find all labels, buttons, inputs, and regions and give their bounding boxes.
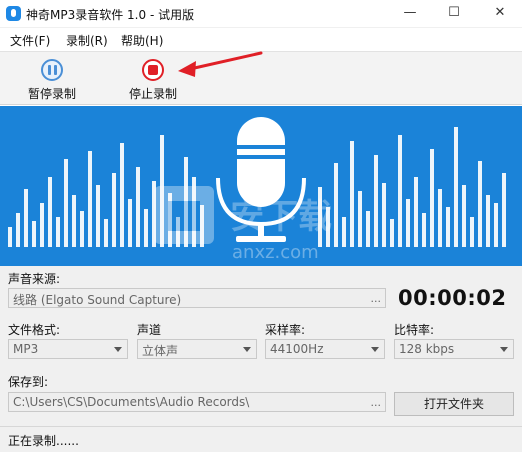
waveform-bar	[358, 191, 362, 247]
waveform-graphic: 安下载 anxz.com	[8, 117, 506, 263]
title-bar: 神奇MP3录音软件 1.0 - 试用版 — ☐ ✕	[0, 0, 522, 28]
waveform-bar	[406, 199, 410, 247]
bitrate-select[interactable]: 128 kbps	[394, 339, 514, 359]
waveform-bar	[40, 203, 44, 247]
waveform-bar	[470, 217, 474, 247]
format-label: 文件格式:	[8, 323, 61, 337]
save-browse-button[interactable]: ...	[371, 396, 382, 409]
waveform-bar	[88, 151, 92, 247]
channel-value: 立体声	[142, 344, 179, 358]
samplerate-label: 采样率:	[265, 323, 306, 337]
window-title: 神奇MP3录音软件 1.0 - 试用版	[26, 8, 195, 22]
open-folder-button[interactable]: 打开文件夹	[394, 392, 514, 416]
annotation-arrow	[178, 51, 263, 77]
waveform-bar	[446, 207, 450, 247]
save-label: 保存到:	[8, 375, 49, 389]
waveform-bar	[494, 203, 498, 247]
watermark-logo	[154, 186, 214, 244]
waveform-bar	[128, 199, 132, 247]
pause-icon	[41, 59, 63, 81]
chevron-down-icon	[243, 347, 251, 352]
waveform-bar	[350, 141, 354, 247]
format-select[interactable]: MP3	[8, 339, 128, 359]
watermark-text: 安下载	[230, 197, 332, 237]
chevron-down-icon	[114, 347, 122, 352]
pause-record-button[interactable]: 暂停录制	[12, 54, 92, 104]
waveform-bar	[144, 209, 148, 247]
samplerate-select[interactable]: 44100Hz	[265, 339, 385, 359]
waveform-bar	[374, 155, 378, 247]
source-field[interactable]: 线路 (Elgato Sound Capture) ...	[8, 288, 386, 308]
bitrate-value: 128 kbps	[399, 342, 455, 356]
save-path-value: C:\Users\CS\Documents\Audio Records\	[13, 395, 250, 409]
menu-record[interactable]: 录制(R)	[66, 32, 108, 49]
waveform-bar	[24, 189, 28, 247]
waveform-bar	[454, 127, 458, 247]
waveform-bar	[438, 189, 442, 247]
waveform-bar	[136, 167, 140, 247]
waveform-bar	[8, 227, 12, 247]
bitrate-label: 比特率:	[394, 323, 435, 337]
menu-help[interactable]: 帮助(H)	[121, 32, 163, 49]
close-button[interactable]: ✕	[478, 0, 522, 28]
waveform-bar	[430, 149, 434, 247]
waveform-bar	[72, 195, 76, 247]
format-value: MP3	[13, 342, 39, 356]
waveform-bar	[382, 183, 386, 247]
waveform-bar	[96, 185, 100, 247]
waveform-bar	[478, 161, 482, 247]
waveform-bar	[104, 219, 108, 247]
waveform-bar	[64, 159, 68, 247]
save-path-field[interactable]: C:\Users\CS\Documents\Audio Records\ ...	[8, 392, 386, 412]
watermark-url: anxz.com	[232, 242, 319, 263]
chevron-down-icon	[500, 347, 508, 352]
stop-record-label: 停止录制	[128, 87, 177, 101]
waveform-bar	[366, 211, 370, 247]
waveform-bar	[422, 213, 426, 247]
waveform-bar	[48, 177, 52, 247]
waveform-bar	[414, 177, 418, 247]
waveform-bar	[120, 143, 124, 247]
status-text: 正在录制......	[8, 434, 79, 448]
pause-record-label: 暂停录制	[27, 87, 76, 101]
waveform-bar	[32, 221, 36, 247]
channel-label: 声道	[137, 323, 162, 337]
record-timer: 00:00:02	[398, 286, 507, 310]
minimize-button[interactable]: —	[388, 0, 432, 28]
maximize-button[interactable]: ☐	[432, 0, 476, 28]
settings-panel: 声音来源: 线路 (Elgato Sound Capture) ... 00:0…	[0, 266, 522, 426]
menu-file[interactable]: 文件(F)	[10, 32, 50, 49]
waveform-bar	[390, 219, 394, 247]
status-bar: 正在录制......	[0, 426, 522, 452]
waveform-bar	[56, 217, 60, 247]
waveform-bar	[486, 195, 490, 247]
app-mic-icon	[6, 6, 21, 21]
waveform-bar	[16, 213, 20, 247]
source-value: 线路 (Elgato Sound Capture)	[13, 293, 182, 307]
menu-bar: 文件(F) 录制(R) 帮助(H)	[0, 29, 522, 51]
source-browse-button[interactable]: ...	[371, 292, 382, 305]
waveform-bar	[112, 173, 116, 247]
channel-select[interactable]: 立体声	[137, 339, 257, 359]
recording-visualizer: 安下载 anxz.com	[0, 106, 522, 266]
waveform-bar	[342, 217, 346, 247]
waveform-bar	[462, 185, 466, 247]
chevron-down-icon	[371, 347, 379, 352]
stop-icon	[142, 59, 164, 81]
waveform-bar	[398, 135, 402, 247]
waveform-bar	[334, 163, 338, 247]
waveform-bar	[80, 211, 84, 247]
waveform-bar	[502, 173, 506, 247]
samplerate-value: 44100Hz	[270, 342, 324, 356]
source-label: 声音来源:	[8, 272, 61, 286]
